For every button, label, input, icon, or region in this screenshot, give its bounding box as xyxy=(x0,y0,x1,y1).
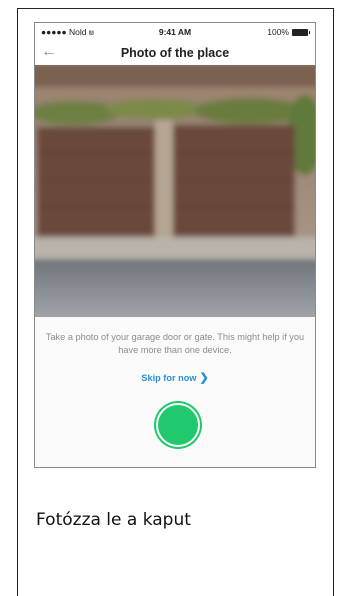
instruction-text: Take a photo of your garage door or gate… xyxy=(45,332,305,355)
battery-percent: 100% xyxy=(267,27,289,37)
skip-label: Skip for now xyxy=(141,373,197,383)
photo-instructions-panel: Take a photo of your garage door or gate… xyxy=(35,317,315,467)
phone-screen: ●●●●● Nold ⩏ 9:41 AM 100% ← Photo of the… xyxy=(34,22,316,468)
capture-photo-button[interactable] xyxy=(156,403,200,447)
garage-photo-illustration xyxy=(35,65,315,317)
battery-icon xyxy=(292,28,310,36)
navigation-bar: ← Photo of the place xyxy=(35,41,315,65)
page-title: Photo of the place xyxy=(120,46,230,60)
caption-text: Fotózza le a kaput xyxy=(36,510,191,530)
status-bar: ●●●●● Nold ⩏ 9:41 AM 100% xyxy=(35,23,315,41)
garage-door-photo xyxy=(35,65,315,317)
chevron-right-icon: ❯ xyxy=(199,372,209,384)
skip-for-now-link[interactable]: Skip for now ❯ xyxy=(35,371,315,384)
battery-status: 100% xyxy=(267,27,310,37)
